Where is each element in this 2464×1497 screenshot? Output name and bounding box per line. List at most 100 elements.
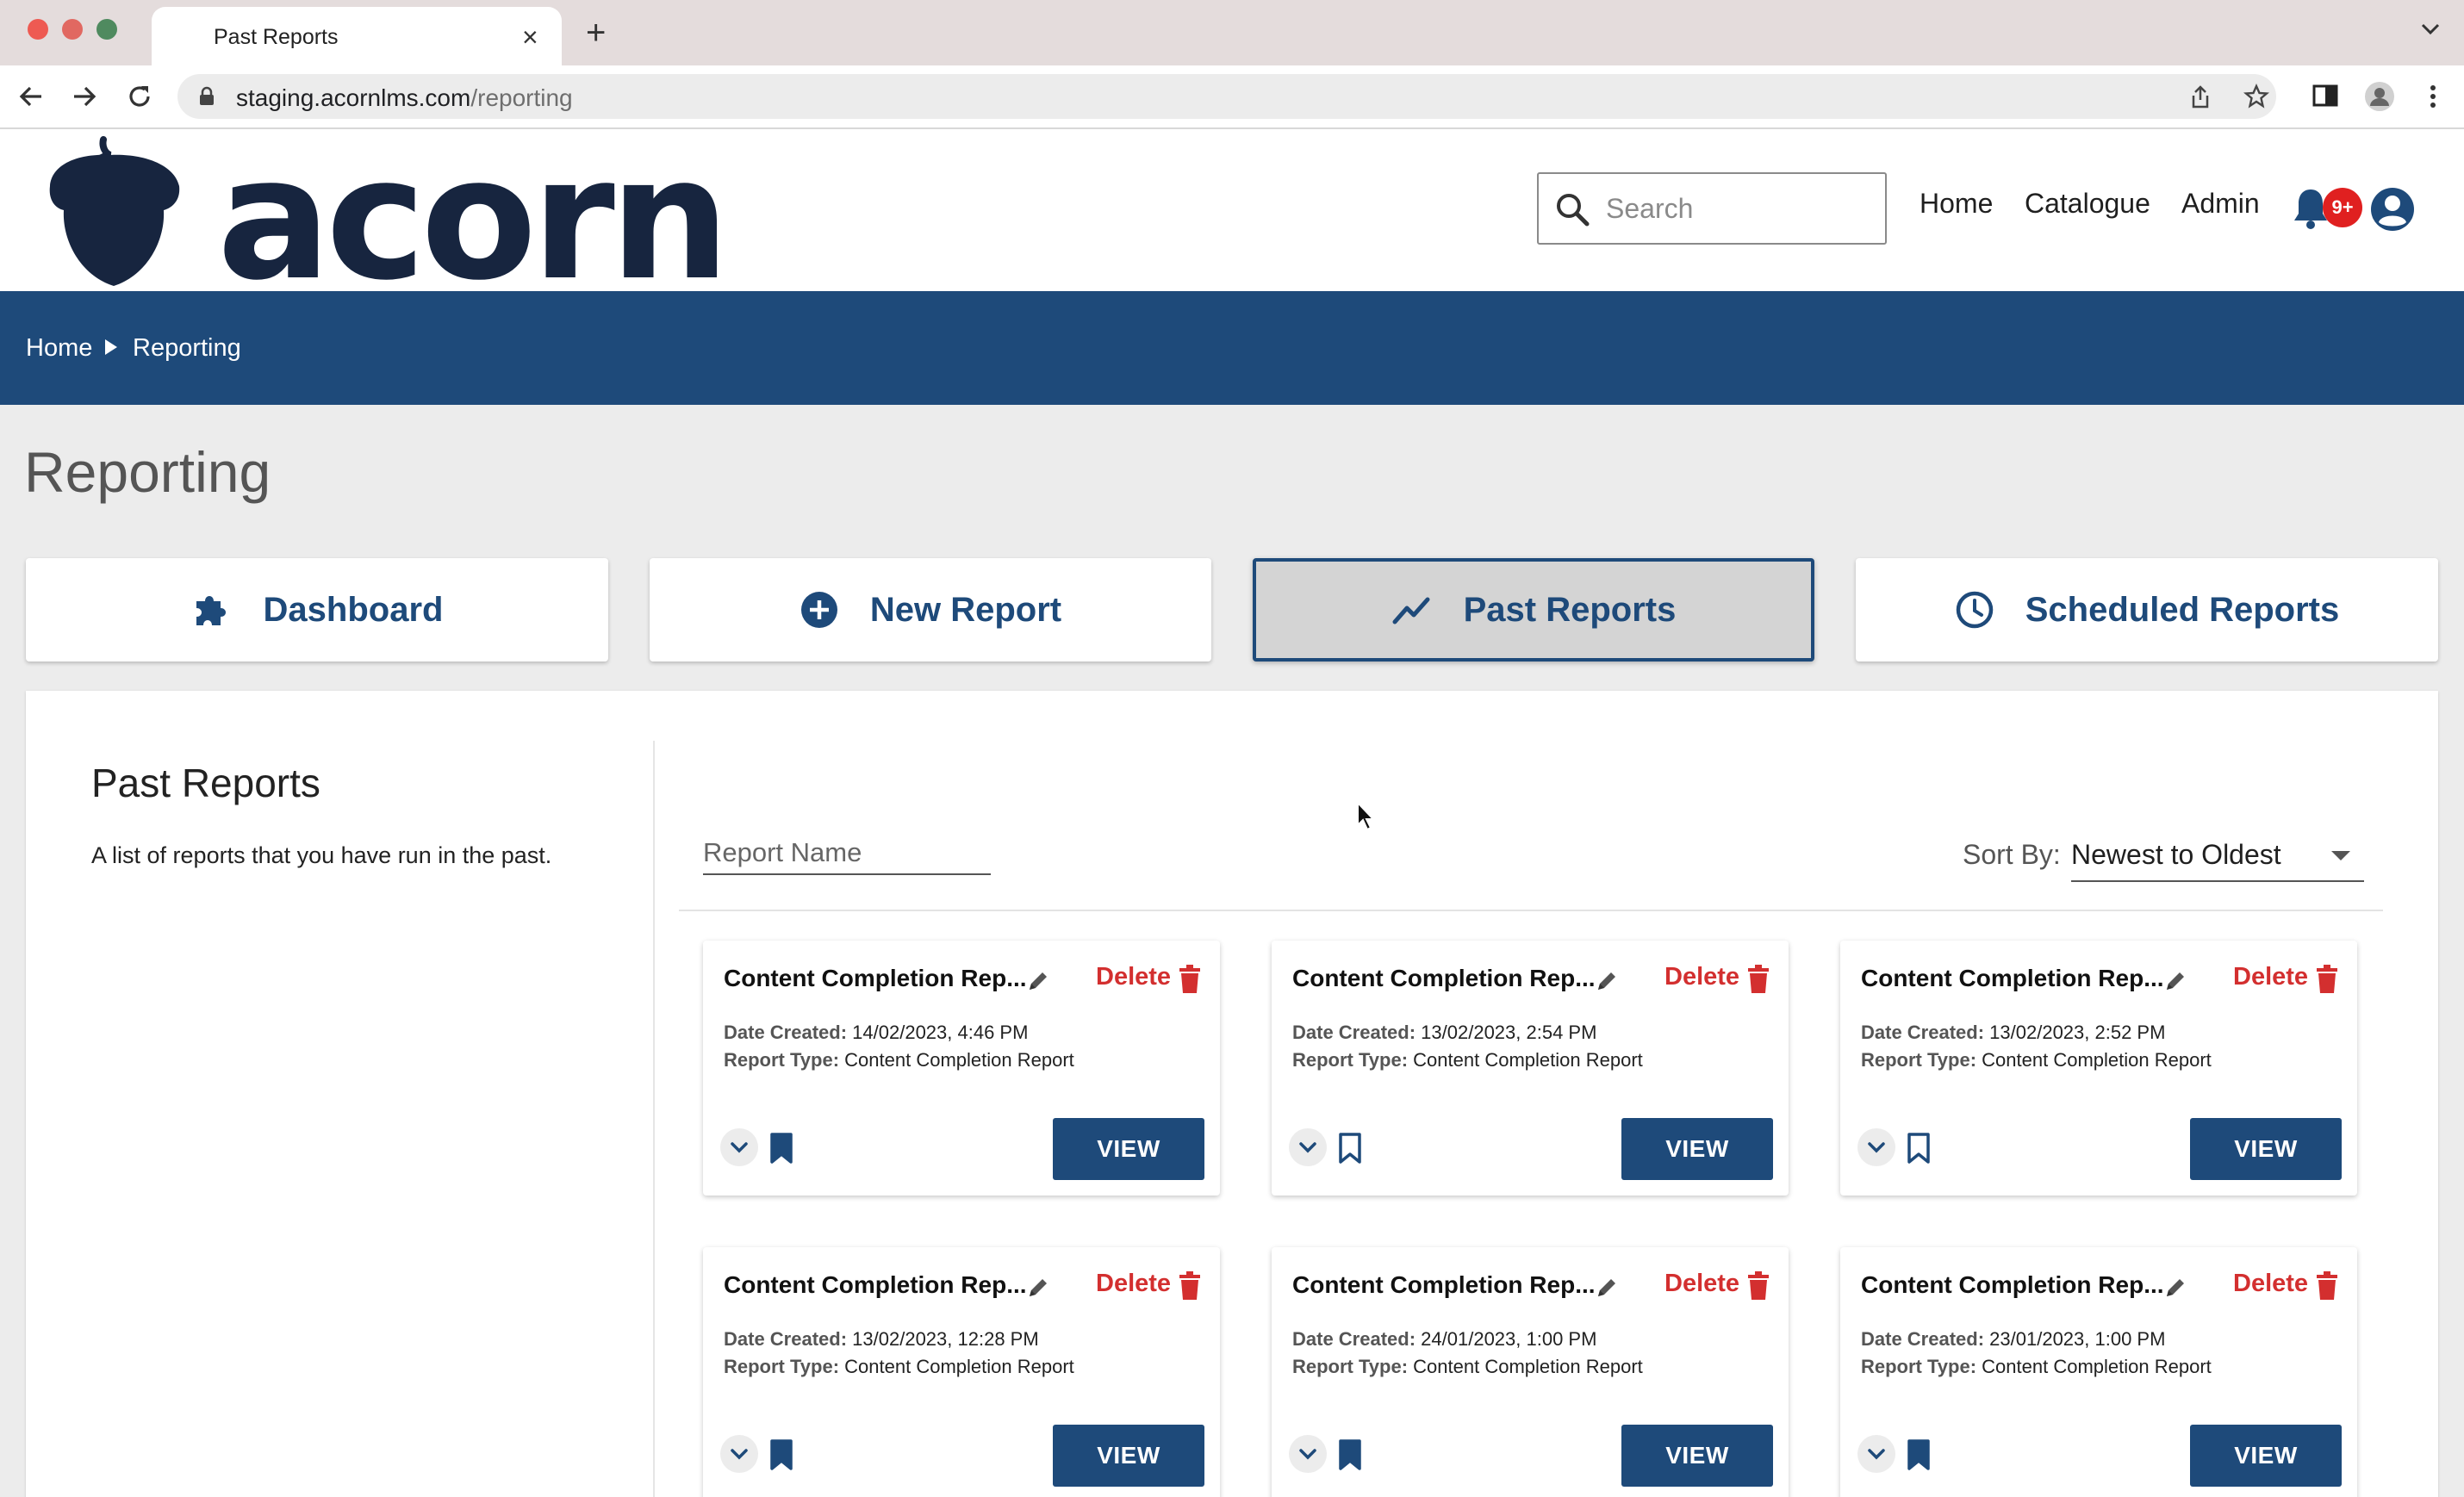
delete-button[interactable]: Delete	[1664, 963, 1739, 991]
bookmark-icon[interactable]	[768, 1132, 794, 1165]
report-type: Report Type: Content Completion Report	[724, 1356, 1074, 1377]
panel-divider	[653, 741, 655, 1497]
date-created: Date Created: 14/02/2023, 4:46 PM	[724, 1022, 1029, 1043]
breadcrumb: Home Reporting	[0, 291, 2464, 405]
delete-button[interactable]: Delete	[1096, 963, 1171, 991]
acorn-logo[interactable]: acorn	[45, 134, 725, 289]
view-button[interactable]: VIEW	[1621, 1425, 1773, 1487]
expand-button[interactable]	[1289, 1435, 1327, 1473]
tab-search-chevron-icon[interactable]	[2419, 21, 2442, 38]
window-close-button[interactable]	[28, 19, 48, 40]
edit-pencil-icon[interactable]	[1594, 1275, 1620, 1301]
nav-card-dashboard[interactable]: Dashboard	[26, 558, 608, 662]
view-button[interactable]: VIEW	[2190, 1425, 2342, 1487]
profile-icon[interactable]	[2364, 81, 2395, 112]
delete-button[interactable]: Delete	[2233, 1270, 2308, 1298]
search-box[interactable]	[1537, 172, 1887, 245]
bookmark-icon[interactable]	[768, 1438, 794, 1471]
breadcrumb-home[interactable]: Home	[26, 334, 92, 363]
report-name: Content Completion Rep...	[724, 1271, 1027, 1298]
report-card: Content Completion Rep... Delete Date Cr…	[1840, 941, 2357, 1196]
trash-icon[interactable]	[1179, 965, 1201, 994]
trash-icon[interactable]	[1179, 1271, 1201, 1301]
view-button[interactable]: VIEW	[1621, 1118, 1773, 1180]
bookmark-icon[interactable]	[1906, 1438, 1932, 1471]
trash-icon[interactable]	[2316, 965, 2338, 994]
tab-close-icon[interactable]: ×	[522, 23, 538, 51]
chevron-down-icon	[731, 1142, 748, 1153]
report-name: Content Completion Rep...	[724, 965, 1027, 991]
expand-button[interactable]	[1857, 1128, 1895, 1166]
browser-tab-bar: Past Reports × +	[0, 0, 2464, 67]
new-tab-icon[interactable]: +	[586, 16, 606, 50]
date-created: Date Created: 13/02/2023, 2:52 PM	[1861, 1022, 2166, 1043]
report-name-filter-input[interactable]	[703, 832, 991, 875]
bookmark-icon[interactable]	[1906, 1132, 1932, 1165]
window-minimize-button[interactable]	[62, 19, 83, 40]
view-button[interactable]: VIEW	[1053, 1118, 1204, 1180]
notification-badge: 9+	[2323, 188, 2362, 227]
report-name: Content Completion Rep...	[1292, 965, 1596, 991]
chevron-down-icon	[731, 1449, 748, 1460]
nav-link-home[interactable]: Home	[1920, 188, 1993, 220]
delete-button[interactable]: Delete	[2233, 963, 2308, 991]
side-panel-icon[interactable]	[2311, 81, 2340, 110]
expand-button[interactable]	[1289, 1128, 1327, 1166]
edit-pencil-icon[interactable]	[2162, 1275, 2188, 1301]
sort-by-select[interactable]: Newest to Oldest	[2071, 832, 2364, 882]
trend-line-icon	[1392, 597, 1430, 624]
trash-icon[interactable]	[2316, 1271, 2338, 1301]
panel-title: Past Reports	[91, 761, 320, 805]
lock-icon	[200, 86, 214, 105]
edit-pencil-icon[interactable]	[1594, 968, 1620, 994]
nav-link-admin[interactable]: Admin	[2181, 188, 2260, 220]
trash-icon[interactable]	[1747, 965, 1770, 994]
report-card: Content Completion Rep... Delete Date Cr…	[1272, 941, 1789, 1196]
breadcrumb-reporting[interactable]: Reporting	[133, 334, 241, 363]
panel-description: A list of reports that you have run in t…	[91, 842, 552, 868]
nav-card-new-report[interactable]: New Report	[650, 558, 1211, 662]
bookmark-icon[interactable]	[1337, 1438, 1363, 1471]
chevron-down-icon	[1299, 1142, 1316, 1153]
edit-pencil-icon[interactable]	[1025, 968, 1051, 994]
search-input[interactable]	[1606, 189, 1864, 227]
forward-arrow-icon[interactable]	[69, 81, 100, 112]
delete-button[interactable]: Delete	[1664, 1270, 1739, 1298]
expand-button[interactable]	[1857, 1435, 1895, 1473]
dropdown-caret-icon	[2331, 851, 2350, 860]
address-bar[interactable]: staging.acornlms.com/reporting	[177, 74, 2276, 119]
report-type: Report Type: Content Completion Report	[1861, 1356, 2212, 1377]
browser-tab[interactable]: Past Reports ×	[152, 7, 562, 67]
trash-icon[interactable]	[1747, 1271, 1770, 1301]
sort-by-label: Sort By:	[1963, 839, 2061, 870]
url-text: staging.acornlms.com/reporting	[236, 84, 573, 111]
expand-button[interactable]	[720, 1128, 758, 1166]
edit-pencil-icon[interactable]	[2162, 968, 2188, 994]
back-arrow-icon[interactable]	[16, 81, 47, 112]
reload-icon[interactable]	[124, 81, 155, 112]
view-button[interactable]: VIEW	[2190, 1118, 2342, 1180]
breadcrumb-separator-icon	[105, 339, 117, 355]
nav-card-past-reports[interactable]: Past Reports	[1253, 558, 1814, 662]
view-button[interactable]: VIEW	[1053, 1425, 1204, 1487]
expand-button[interactable]	[720, 1435, 758, 1473]
chevron-down-icon	[1868, 1449, 1885, 1460]
report-name: Content Completion Rep...	[1292, 1271, 1596, 1298]
delete-button[interactable]: Delete	[1096, 1270, 1171, 1298]
mouse-cursor-icon	[1357, 801, 1376, 831]
window-maximize-button[interactable]	[96, 19, 117, 40]
search-icon	[1557, 194, 1590, 227]
nav-card-scheduled-reports[interactable]: Scheduled Reports	[1856, 558, 2438, 662]
edit-pencil-icon[interactable]	[1025, 1275, 1051, 1301]
bookmark-star-icon[interactable]	[2243, 84, 2269, 109]
browser-menu-icon[interactable]	[2424, 81, 2442, 112]
nav-card-label: New Report	[869, 590, 1062, 629]
user-avatar-icon[interactable]	[2369, 186, 2416, 233]
report-type: Report Type: Content Completion Report	[724, 1049, 1074, 1071]
plus-circle-icon	[800, 592, 837, 628]
bookmark-icon[interactable]	[1337, 1132, 1363, 1165]
share-icon[interactable]	[2188, 84, 2212, 110]
report-card: Content Completion Rep... Delete Date Cr…	[1840, 1247, 2357, 1497]
app-header: acorn Home Catalogue Admin 9+	[0, 129, 2464, 291]
nav-link-catalogue[interactable]: Catalogue	[2025, 188, 2150, 220]
